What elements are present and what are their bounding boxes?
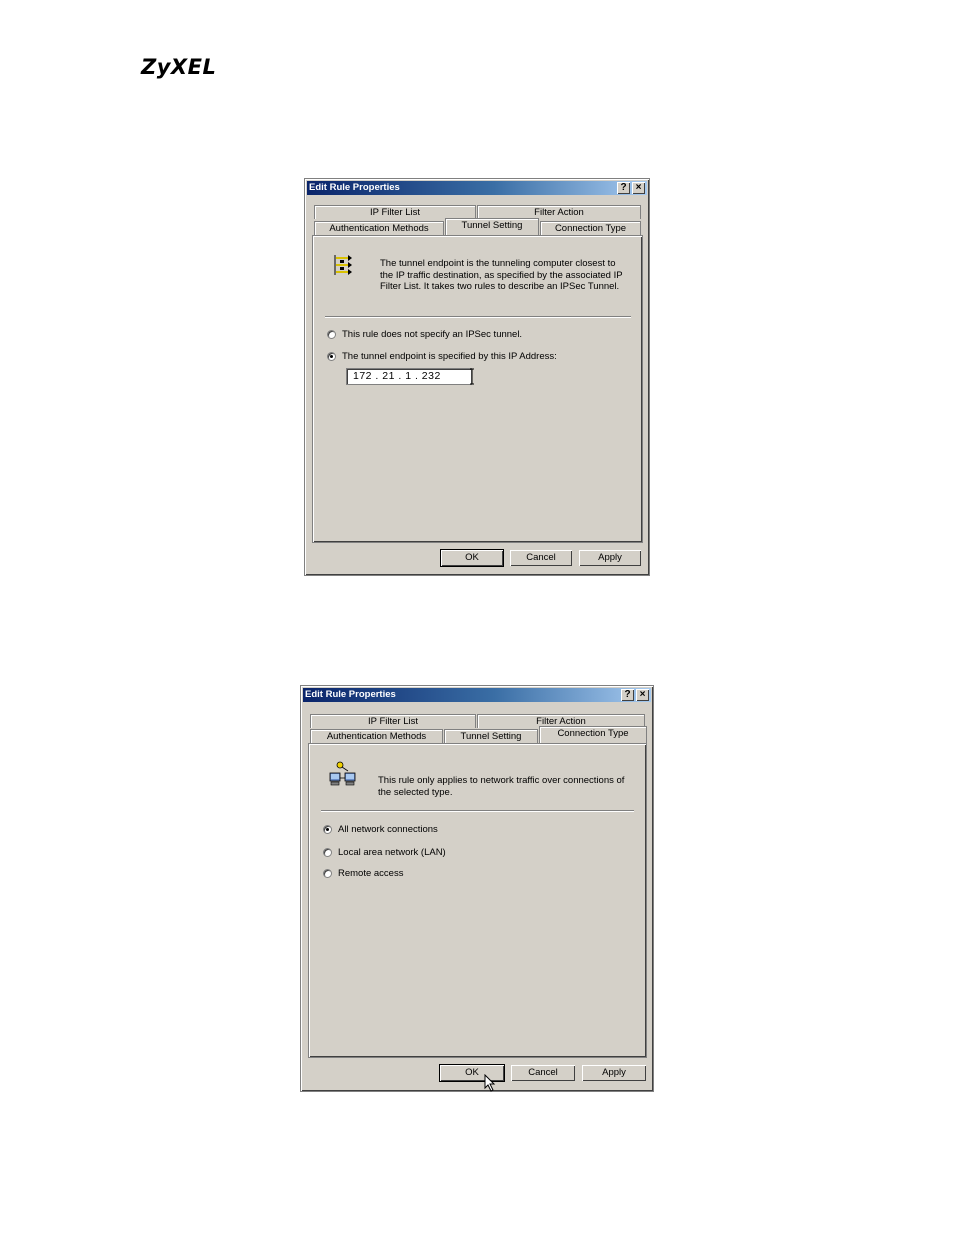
tab-filter-action[interactable]: Filter Action	[477, 205, 641, 219]
mouse-pointer-icon	[484, 1074, 496, 1092]
tab-label: Tunnel Setting	[461, 220, 523, 231]
tab-label: Tunnel Setting	[460, 731, 522, 742]
tab-label: Connection Type	[554, 223, 627, 234]
network-connection-icon	[329, 761, 356, 786]
radio-button[interactable]	[323, 869, 332, 878]
tab-tunnel-setting[interactable]: Tunnel Setting	[445, 218, 539, 235]
tab-ip-filter-list[interactable]: IP Filter List	[314, 205, 476, 219]
dialog-title: Edit Rule Properties	[305, 689, 396, 700]
tab-panel: This rule only applies to network traffi…	[308, 743, 647, 1058]
tab-label: IP Filter List	[370, 207, 420, 218]
zyxel-logo: ZyXEL	[141, 55, 217, 79]
tab-label: Filter Action	[534, 207, 584, 218]
radio-button[interactable]	[327, 330, 336, 339]
radio-label: The tunnel endpoint is specified by this…	[342, 351, 557, 362]
tab-ip-filter-list[interactable]: IP Filter List	[310, 714, 476, 728]
ip-address-field[interactable]: 172 . 21 . 1 . 232	[346, 368, 472, 385]
radio-button-selected[interactable]	[323, 825, 332, 834]
remote-access-option[interactable]: Remote access	[323, 868, 403, 879]
no-tunnel-option[interactable]: This rule does not specify an IPSec tunn…	[327, 329, 522, 340]
cancel-button[interactable]: Cancel	[509, 549, 573, 567]
separator	[321, 810, 634, 812]
tab-label: IP Filter List	[368, 716, 418, 727]
close-button[interactable]: ×	[636, 689, 649, 701]
tab-label: Authentication Methods	[329, 223, 429, 234]
cancel-button[interactable]: Cancel	[510, 1064, 576, 1082]
tunnel-ip-option[interactable]: The tunnel endpoint is specified by this…	[327, 351, 557, 362]
dialog-titlebar: Edit Rule Properties ? ×	[307, 181, 647, 195]
tab-connection-type[interactable]: Connection Type	[540, 221, 641, 235]
tab-authentication-methods[interactable]: Authentication Methods	[314, 221, 444, 235]
edit-rule-dialog-tunnel: Edit Rule Properties ? × IP Filter List …	[304, 178, 650, 576]
text-cursor-icon	[470, 368, 474, 385]
tab-tunnel-setting[interactable]: Tunnel Setting	[444, 729, 538, 743]
apply-button[interactable]: Apply	[578, 549, 642, 567]
radio-button-selected[interactable]	[327, 352, 336, 361]
help-button[interactable]: ?	[617, 182, 630, 194]
lan-option[interactable]: Local area network (LAN)	[323, 847, 446, 858]
radio-label: All network connections	[338, 824, 438, 835]
edit-rule-dialog-connection: Edit Rule Properties ? × IP Filter List …	[300, 685, 654, 1092]
tunnel-description: The tunnel endpoint is the tunneling com…	[380, 258, 623, 292]
radio-button[interactable]	[323, 848, 332, 857]
separator	[325, 316, 631, 318]
dialog-title: Edit Rule Properties	[309, 182, 400, 193]
tab-label: Authentication Methods	[326, 731, 427, 742]
help-button[interactable]: ?	[621, 689, 634, 701]
apply-button[interactable]: Apply	[581, 1064, 647, 1082]
close-button[interactable]: ×	[632, 182, 645, 194]
tab-label: Connection Type	[557, 728, 629, 739]
radio-label: Remote access	[338, 868, 404, 879]
radio-label: This rule does not specify an IPSec tunn…	[342, 329, 523, 340]
tunnel-icon	[334, 255, 352, 275]
tab-connection-type[interactable]: Connection Type	[539, 726, 647, 743]
all-network-option[interactable]: All network connections	[323, 824, 438, 835]
dialog-titlebar: Edit Rule Properties ? ×	[303, 688, 651, 702]
tab-authentication-methods[interactable]: Authentication Methods	[310, 729, 443, 743]
ok-button[interactable]: OK	[440, 549, 504, 567]
tab-panel: The tunnel endpoint is the tunneling com…	[312, 235, 643, 543]
radio-label: Local area network (LAN)	[338, 847, 446, 858]
connection-description: This rule only applies to network traffi…	[378, 775, 625, 798]
